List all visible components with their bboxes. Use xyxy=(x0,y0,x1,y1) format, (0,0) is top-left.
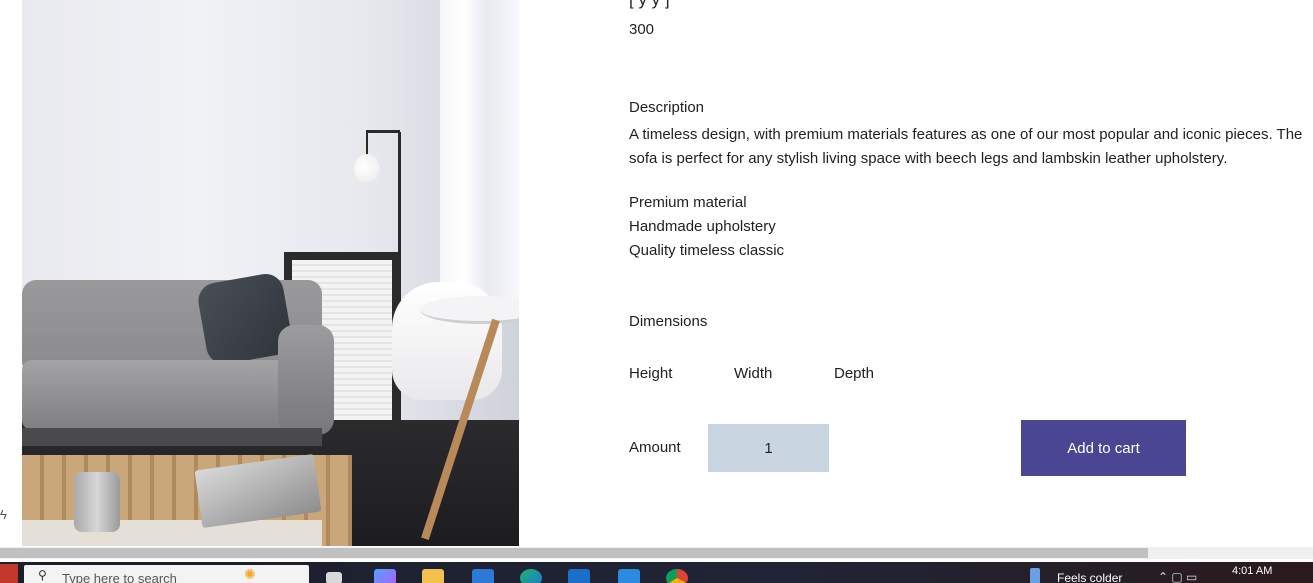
lamp-bulb xyxy=(354,154,380,184)
dimensions-heading: Dimensions xyxy=(629,313,708,330)
cup xyxy=(74,472,120,532)
weather-text[interactable]: Feels colder xyxy=(1057,571,1122,583)
sofa-arm xyxy=(278,325,334,435)
windows-start-icon[interactable] xyxy=(0,564,18,583)
lamp-arm xyxy=(366,130,400,133)
sofa-base xyxy=(22,428,322,446)
search-highlight-icon: ✺ xyxy=(244,566,256,582)
description-text: A timeless design, with premium material… xyxy=(629,126,1303,167)
feature-item: Premium material xyxy=(629,194,747,211)
height-label: Height xyxy=(629,365,673,382)
file-explorer-icon[interactable] xyxy=(422,569,444,583)
scrollbar-thumb[interactable] xyxy=(0,548,1148,558)
chrome-icon[interactable] xyxy=(666,569,688,583)
search-icon: ⚲ xyxy=(38,568,47,582)
width-label: Width xyxy=(734,365,773,382)
curtain xyxy=(440,0,519,300)
search-placeholder: Type here to search xyxy=(62,571,177,583)
store-icon[interactable] xyxy=(472,569,494,583)
copilot-icon[interactable] xyxy=(374,569,396,583)
edge-icon[interactable] xyxy=(520,569,542,583)
product-title: [ y y ] xyxy=(629,0,670,10)
lightning-icon[interactable]: ϟ xyxy=(0,505,14,525)
description-heading: Description xyxy=(629,99,705,116)
outlook-icon[interactable] xyxy=(568,569,590,583)
feature-item: Handmade upholstery xyxy=(629,218,776,235)
weather-icon[interactable] xyxy=(1030,568,1040,583)
lamp-cord xyxy=(366,130,368,156)
feature-list: Premium material Handmade upholstery Qua… xyxy=(629,191,784,263)
product-image xyxy=(22,0,519,546)
vscode-icon[interactable] xyxy=(618,569,640,583)
add-to-cart-button[interactable]: Add to cart xyxy=(1021,420,1186,476)
depth-label: Depth xyxy=(834,365,875,382)
amount-input[interactable] xyxy=(708,424,829,472)
feature-item: Quality timeless classic xyxy=(629,242,785,259)
horizontal-scrollbar[interactable] xyxy=(0,547,1313,559)
product-price: 300 xyxy=(629,21,655,38)
clock[interactable]: 4:01 AM xyxy=(1232,565,1272,577)
product-details: [ y y ] 300 Description A timeless desig… xyxy=(629,0,1313,546)
rug xyxy=(22,520,322,546)
tray-icons[interactable]: ⌃ ▢ ▭ xyxy=(1158,570,1197,583)
amount-label: Amount xyxy=(629,439,681,456)
taskbar: ⚲ Type here to search ✺ Feels colder ⌃ ▢… xyxy=(0,562,1313,583)
task-view-icon[interactable] xyxy=(326,572,342,583)
